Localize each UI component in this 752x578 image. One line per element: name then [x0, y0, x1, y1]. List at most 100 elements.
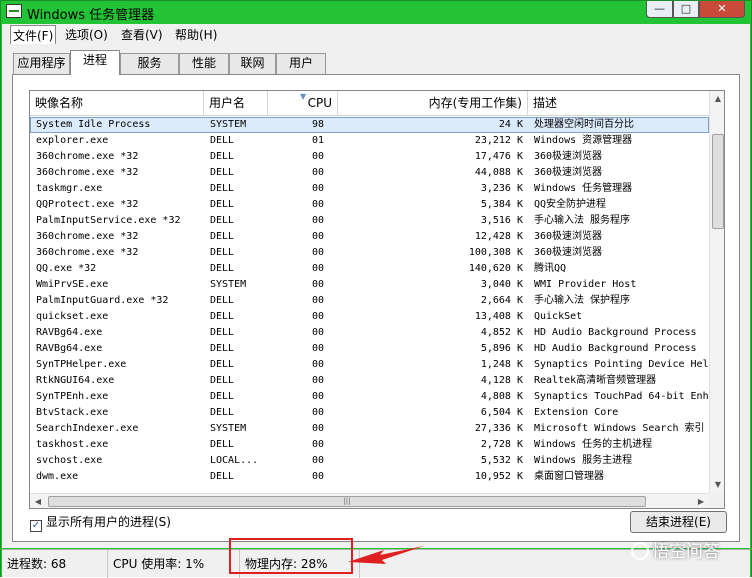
table-row[interactable]: QQ.exe *32 DELL 00 140,620 K 腾讯QQ: [30, 261, 709, 277]
tab-users[interactable]: 用户: [276, 53, 326, 74]
process-name-cell: 360chrome.exe *32: [36, 151, 139, 162]
horizontal-scrollbar[interactable]: ◀ ||| ▶: [30, 493, 709, 508]
menu-options[interactable]: 选项(O): [63, 26, 110, 43]
description-cell: HD Audio Background Process: [534, 327, 697, 338]
scroll-left-arrow-icon[interactable]: ◀: [30, 494, 46, 508]
process-list[interactable]: 映像名称 用户名 CPU ▼ 内存(专用工作集) 描述 System Idle …: [29, 90, 725, 509]
scroll-down-arrow-icon[interactable]: ▼: [710, 477, 724, 493]
table-row[interactable]: 360chrome.exe *32 DELL 00 17,476 K 360极速浏览器: [30, 149, 709, 165]
table-row[interactable]: quickset.exe DELL 00 13,408 K QuickSet: [30, 309, 709, 325]
user-name-cell: DELL: [210, 343, 235, 354]
status-cpu-usage: CPU 使用率: 1%: [108, 550, 240, 578]
cpu-cell: 00: [312, 359, 325, 370]
table-row[interactable]: svchost.exe LOCAL... 00 5,532 K Windows 服务主进…: [30, 453, 709, 469]
process-name-cell: 360chrome.exe *32: [36, 231, 139, 242]
table-row[interactable]: System Idle Process SYSTEM 98 24 K 处理器空闲时间百分…: [30, 117, 709, 133]
memory-cell: 5,384 K: [480, 199, 523, 210]
process-name-cell: QQProtect.exe *32: [36, 199, 139, 210]
process-name-cell: dwm.exe: [36, 471, 79, 482]
memory-cell: 27,336 K: [474, 423, 523, 434]
table-row[interactable]: RtkNGUI64.exe DELL 00 4,128 K Realtek高清晰音频管理…: [30, 373, 709, 389]
column-header-image-name[interactable]: 映像名称: [30, 91, 204, 116]
user-name-cell: DELL: [210, 327, 235, 338]
menu-file[interactable]: 文件(F): [10, 25, 57, 46]
end-process-button[interactable]: 结束进程(E): [630, 511, 727, 533]
vertical-scrollbar[interactable]: ▲ ▼: [709, 91, 724, 493]
table-row[interactable]: 360chrome.exe *32 DELL 00 100,308 K 360极速浏览器: [30, 245, 709, 261]
scroll-right-arrow-icon[interactable]: ▶: [693, 494, 709, 508]
column-header-user-name[interactable]: 用户名: [204, 91, 268, 116]
table-row[interactable]: RAVBg64.exe DELL 00 5,896 K HD Audio Backgro…: [30, 341, 709, 357]
minimize-button[interactable]: —: [646, 1, 673, 18]
process-name-cell: BtvStack.exe: [36, 407, 109, 418]
tab-processes[interactable]: 进程: [70, 50, 120, 75]
memory-cell: 24 K: [498, 119, 523, 130]
table-row[interactable]: 360chrome.exe *32 DELL 00 44,088 K 360极速浏览器: [30, 165, 709, 181]
processes-panel: 映像名称 用户名 CPU ▼ 内存(专用工作集) 描述 System Idle …: [12, 74, 740, 542]
description-cell: Extension Core: [534, 407, 619, 418]
table-row[interactable]: RAVBg64.exe DELL 00 4,852 K HD Audio Backgro…: [30, 325, 709, 341]
show-all-users-checkbox[interactable]: ✓ 显示所有用户的进程(S): [30, 513, 171, 532]
process-name-cell: explorer.exe: [36, 135, 109, 146]
cpu-cell: 00: [312, 471, 325, 482]
description-cell: Synaptics TouchPad 64-bit Enh: [534, 391, 709, 402]
description-cell: 处理器空闲时间百分比: [534, 119, 634, 130]
user-name-cell: SYSTEM: [210, 279, 247, 290]
table-row[interactable]: PalmInputGuard.exe *32 DELL 00 2,664 K 手心输入法…: [30, 293, 709, 309]
user-name-cell: DELL: [210, 391, 235, 402]
scroll-up-arrow-icon[interactable]: ▲: [710, 91, 724, 107]
maximize-button[interactable]: □: [673, 1, 699, 18]
description-cell: Windows 服务主进程: [534, 455, 633, 466]
vertical-scroll-thumb[interactable]: [712, 134, 724, 229]
tab-services[interactable]: 服务: [120, 53, 179, 74]
tab-applications[interactable]: 应用程序: [13, 53, 70, 74]
column-header-description[interactable]: 描述: [528, 91, 709, 116]
table-row[interactable]: SynTPHelper.exe DELL 00 1,248 K Synaptics Po…: [30, 357, 709, 373]
user-name-cell: DELL: [210, 359, 235, 370]
table-row[interactable]: BtvStack.exe DELL 00 6,504 K Extension Core: [30, 405, 709, 421]
memory-cell: 5,896 K: [480, 343, 523, 354]
user-name-cell: SYSTEM: [210, 119, 247, 130]
table-row[interactable]: dwm.exe DELL 00 10,952 K 桌面窗口管理器: [30, 469, 709, 485]
table-row[interactable]: PalmInputService.exe *32 DELL 00 3,516 K 手心输…: [30, 213, 709, 229]
title-bar[interactable]: Windows 任务管理器 — □ ✕: [1, 1, 751, 23]
process-name-cell: 360chrome.exe *32: [36, 247, 139, 258]
user-name-cell: DELL: [210, 247, 235, 258]
user-name-cell: DELL: [210, 439, 235, 450]
description-cell: QQ安全防护进程: [534, 199, 607, 210]
column-header-memory[interactable]: 内存(专用工作集): [338, 91, 528, 116]
menu-view[interactable]: 查看(V): [119, 26, 165, 43]
checkbox-checked-icon[interactable]: ✓: [30, 520, 42, 532]
table-row[interactable]: SearchIndexer.exe SYSTEM 00 27,336 K Microso…: [30, 421, 709, 437]
menu-help[interactable]: 帮助(H): [173, 26, 219, 43]
tab-performance[interactable]: 性能: [179, 53, 229, 74]
memory-cell: 4,852 K: [480, 327, 523, 338]
table-row[interactable]: explorer.exe DELL 01 23,212 K Windows 资源管理器: [30, 133, 709, 149]
memory-cell: 1,248 K: [480, 359, 523, 370]
memory-cell: 100,308 K: [468, 247, 523, 258]
description-cell: 手心输入法 服务程序: [534, 215, 631, 226]
close-button[interactable]: ✕: [699, 1, 745, 18]
cpu-cell: 00: [312, 231, 325, 242]
user-name-cell: SYSTEM: [210, 423, 247, 434]
description-cell: WMI Provider Host: [534, 279, 637, 290]
process-name-cell: SynTPHelper.exe: [36, 359, 127, 370]
description-cell: QuickSet: [534, 311, 583, 322]
memory-cell: 23,212 K: [474, 135, 523, 146]
table-row[interactable]: QQProtect.exe *32 DELL 00 5,384 K QQ安全防护进程: [30, 197, 709, 213]
table-row[interactable]: 360chrome.exe *32 DELL 00 12,428 K 360极速浏览器: [30, 229, 709, 245]
table-row[interactable]: taskmgr.exe DELL 00 3,236 K Windows 任务管理器: [30, 181, 709, 197]
table-row[interactable]: SynTPEnh.exe DELL 00 4,808 K Synaptics Touch…: [30, 389, 709, 405]
horizontal-scroll-thumb[interactable]: |||: [48, 496, 646, 507]
process-name-cell: RAVBg64.exe: [36, 327, 103, 338]
user-name-cell: DELL: [210, 215, 235, 226]
cpu-cell: 00: [312, 151, 325, 162]
process-name-cell: 360chrome.exe *32: [36, 167, 139, 178]
table-row[interactable]: taskhost.exe DELL 00 2,728 K Windows 任务的主机进程: [30, 437, 709, 453]
tab-network[interactable]: 联网: [229, 53, 276, 74]
memory-cell: 4,808 K: [480, 391, 523, 402]
process-name-cell: PalmInputService.exe *32: [36, 215, 181, 226]
cpu-cell: 00: [312, 311, 325, 322]
table-row[interactable]: WmiPrvSE.exe SYSTEM 00 3,040 K WMI Provider …: [30, 277, 709, 293]
task-manager-app-icon: [6, 4, 22, 18]
